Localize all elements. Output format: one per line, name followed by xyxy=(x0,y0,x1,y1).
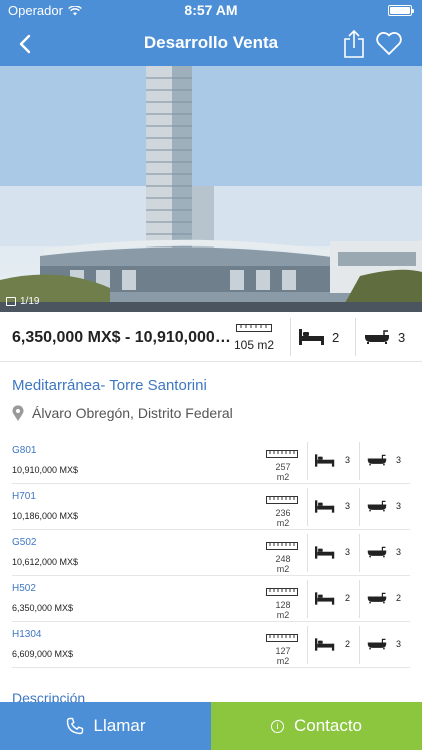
bed-icon xyxy=(299,329,324,345)
unit-bedrooms: 2 xyxy=(345,593,351,603)
divider xyxy=(307,442,308,480)
bed-icon xyxy=(315,592,335,605)
unit-area: 127 m2 xyxy=(275,646,291,666)
unit-bedrooms: 2 xyxy=(345,639,351,649)
bed-icon xyxy=(315,500,335,513)
bathtub-icon xyxy=(367,546,387,558)
unit-bathrooms: 3 xyxy=(396,501,402,511)
divider xyxy=(307,488,308,526)
divider xyxy=(359,442,360,480)
location-pin-icon xyxy=(12,405,24,421)
unit-code: G502 xyxy=(12,537,37,548)
unit-bathrooms: 3 xyxy=(396,547,402,557)
bathtub-icon xyxy=(367,500,387,512)
divider xyxy=(359,534,360,572)
bed-icon xyxy=(315,454,335,467)
unit-bedrooms: 3 xyxy=(345,501,351,511)
unit-row[interactable]: H701 10,186,000 MX$ 236 m2 3 3 xyxy=(12,484,410,530)
ruler-icon xyxy=(266,450,298,458)
ruler-icon xyxy=(266,634,298,642)
action-bar: Llamar i Contacto xyxy=(0,702,422,750)
ruler-icon xyxy=(266,496,298,504)
ruler-icon xyxy=(236,324,272,332)
top-bar: Operador 8:57 AM Desarrollo Venta xyxy=(0,0,422,66)
call-button[interactable]: Llamar xyxy=(0,702,211,750)
unit-area: 236 m2 xyxy=(275,508,291,528)
bathtub-icon xyxy=(367,592,387,604)
divider xyxy=(290,318,291,356)
unit-code: G801 xyxy=(12,445,37,456)
unit-bedrooms: 3 xyxy=(345,455,351,465)
photo-counter-label: 1/19 xyxy=(20,296,40,307)
summary-area-value: 105 m2 xyxy=(234,338,275,352)
bathtub-icon xyxy=(367,454,387,466)
share-icon[interactable] xyxy=(340,28,368,60)
photo-counter: 1/19 xyxy=(6,296,39,307)
ruler-icon xyxy=(266,542,298,550)
photo-icon xyxy=(6,297,16,306)
unit-bathrooms: 2 xyxy=(396,593,402,603)
nav-bar: Desarrollo Venta xyxy=(0,22,422,66)
location: Álvaro Obregón, Distrito Federal xyxy=(12,405,233,421)
unit-code: H502 xyxy=(12,583,36,594)
unit-row[interactable]: H1304 6,609,000 MX$ 127 m2 2 3 xyxy=(12,622,410,668)
battery-icon xyxy=(388,5,414,16)
unit-area: 257 m2 xyxy=(275,462,291,482)
contact-button[interactable]: i Contacto xyxy=(211,702,422,750)
unit-price: 10,186,000 MX$ xyxy=(12,511,79,521)
price-range: 6,350,000 MX$ - 10,910,000 MX$ xyxy=(12,329,232,346)
divider xyxy=(359,488,360,526)
property-photo[interactable]: 1/19 xyxy=(0,66,422,312)
info-icon: i xyxy=(270,719,284,733)
unit-price: 6,609,000 MX$ xyxy=(12,649,74,659)
bed-icon xyxy=(315,546,335,559)
unit-price: 10,910,000 MX$ xyxy=(12,465,79,475)
unit-area: 248 m2 xyxy=(275,554,291,574)
unit-bathrooms: 3 xyxy=(396,639,402,649)
unit-row[interactable]: G801 10,910,000 MX$ 257 m2 3 3 xyxy=(12,438,410,484)
ruler-icon xyxy=(266,588,298,596)
summary-area: 105 m2 xyxy=(234,324,290,354)
summary-row: 6,350,000 MX$ - 10,910,000 MX$ 105 m2 2 … xyxy=(0,312,422,362)
summary-bedrooms: 2 xyxy=(332,330,340,345)
bathtub-icon xyxy=(367,638,387,650)
divider xyxy=(359,580,360,618)
bed-icon xyxy=(315,638,335,651)
development-name[interactable]: Meditarránea- Torre Santorini xyxy=(12,377,207,394)
contact-button-label: Contacto xyxy=(293,716,363,735)
unit-price: 6,350,000 MX$ xyxy=(12,603,74,613)
summary-bathrooms: 3 xyxy=(398,330,406,345)
unit-code: H1304 xyxy=(12,629,42,640)
location-label: Álvaro Obregón, Distrito Federal xyxy=(32,405,233,421)
call-button-label: Llamar xyxy=(93,716,146,735)
divider xyxy=(355,318,356,356)
unit-bedrooms: 3 xyxy=(345,547,351,557)
unit-price: 10,612,000 MX$ xyxy=(12,557,79,567)
divider xyxy=(359,626,360,664)
heart-icon[interactable] xyxy=(374,28,404,58)
phone-icon xyxy=(66,717,83,735)
divider xyxy=(307,580,308,618)
unit-code: H701 xyxy=(12,491,36,502)
status-bar: Operador 8:57 AM xyxy=(0,0,422,22)
unit-bathrooms: 3 xyxy=(396,455,402,465)
status-time: 8:57 AM xyxy=(184,2,238,18)
unit-row[interactable]: H502 6,350,000 MX$ 128 m2 2 2 xyxy=(12,576,410,622)
bathtub-icon xyxy=(365,330,389,344)
units-list: G801 10,910,000 MX$ 257 m2 3 3 H701 10,1… xyxy=(0,438,422,668)
divider xyxy=(307,534,308,572)
unit-row[interactable]: G502 10,612,000 MX$ 248 m2 3 3 xyxy=(12,530,410,576)
divider xyxy=(307,626,308,664)
unit-area: 128 m2 xyxy=(275,600,291,620)
